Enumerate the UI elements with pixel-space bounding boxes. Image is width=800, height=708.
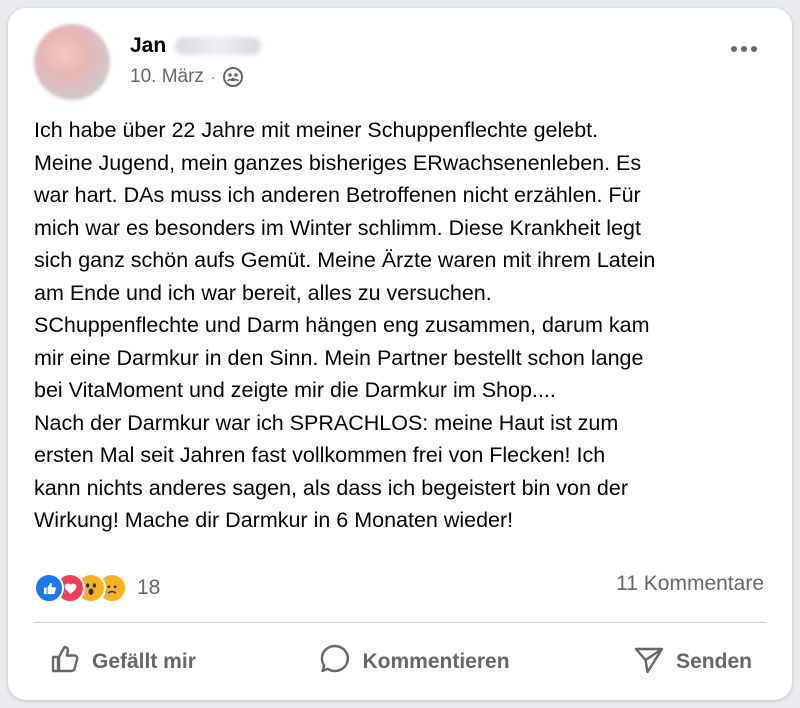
thumbs-up-icon bbox=[48, 642, 82, 682]
more-dot bbox=[751, 46, 757, 52]
like-label: Gefällt mir bbox=[92, 650, 196, 673]
send-label: Senden bbox=[676, 650, 752, 673]
post-date[interactable]: 10. März bbox=[130, 66, 204, 88]
comment-label: Kommentieren bbox=[362, 650, 510, 673]
post-card: Jan 10. März · Ich habe über 22 Jahre mi… bbox=[8, 8, 792, 700]
divider bbox=[34, 622, 766, 623]
comment-button[interactable]: Kommentieren bbox=[304, 636, 523, 688]
like-button[interactable]: Gefällt mir bbox=[34, 636, 210, 688]
more-dot bbox=[731, 46, 737, 52]
friends-icon[interactable] bbox=[222, 67, 243, 87]
author-last-name-blurred bbox=[175, 37, 262, 55]
more-dot bbox=[741, 46, 747, 52]
author-first-name[interactable]: Jan bbox=[130, 34, 166, 58]
author-name[interactable]: Jan bbox=[130, 32, 262, 60]
avatar[interactable] bbox=[34, 24, 110, 100]
like-icon bbox=[34, 573, 64, 603]
post-meta: 10. März · bbox=[130, 64, 243, 90]
send-button[interactable]: Senden bbox=[618, 636, 766, 688]
post-text: Ich habe über 22 Jahre mit meiner Schupp… bbox=[34, 118, 656, 532]
send-icon bbox=[632, 642, 666, 682]
more-options-icon[interactable] bbox=[724, 34, 764, 64]
reaction-count: 18 bbox=[137, 576, 161, 599]
comments-count-link[interactable]: 11 Kommentare bbox=[616, 572, 764, 596]
action-bar: Gefällt mir Kommentieren Senden bbox=[34, 636, 766, 688]
comment-icon bbox=[318, 642, 352, 682]
reactions-summary[interactable]: 18 bbox=[34, 570, 160, 606]
meta-separator: · bbox=[210, 69, 216, 85]
